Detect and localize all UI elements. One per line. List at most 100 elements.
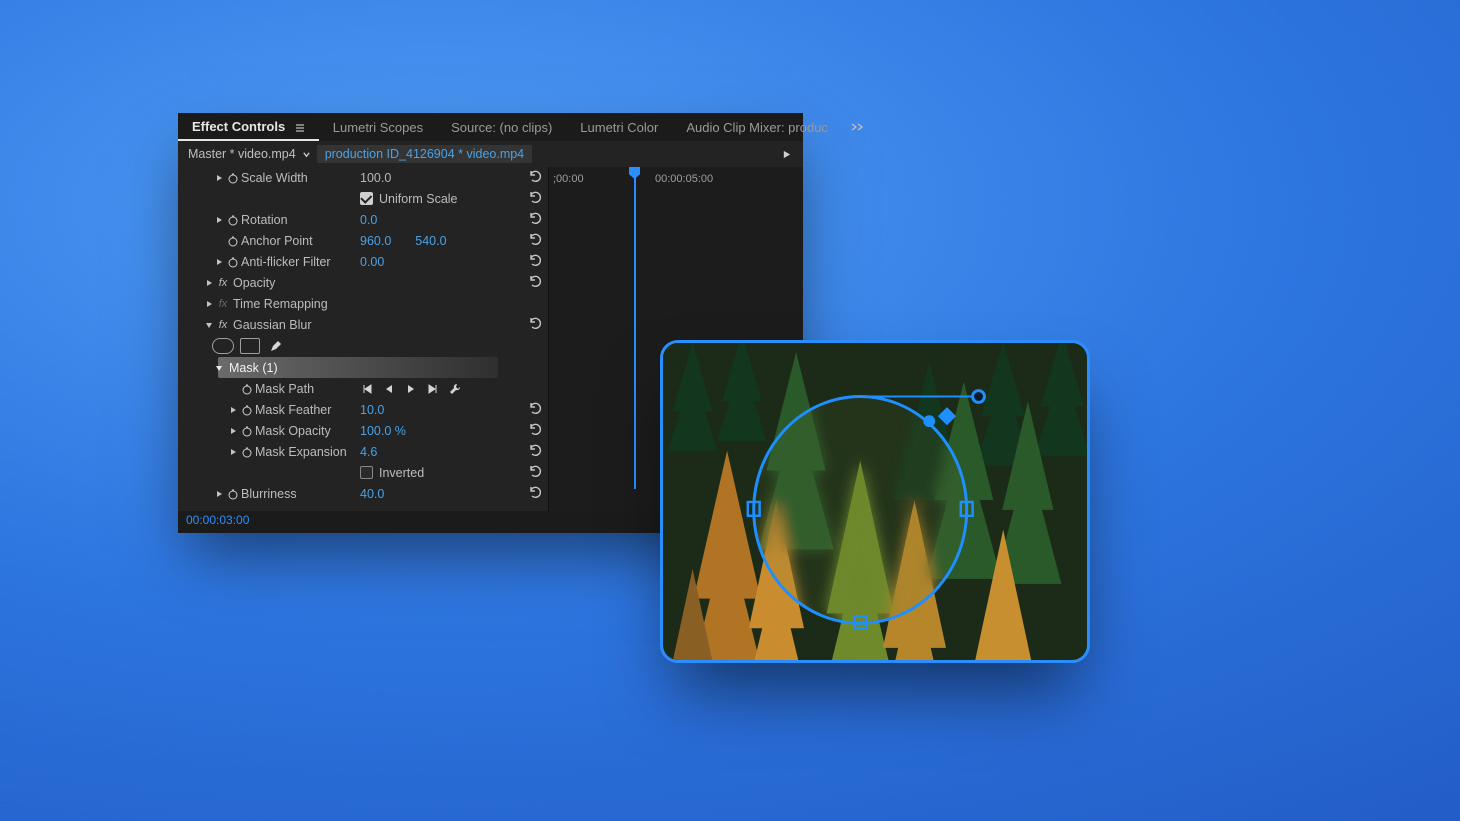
row-scale-width[interactable]: Scale Width 100.0	[178, 167, 548, 188]
row-uniform-scale[interactable]: Uniform Scale	[178, 188, 548, 209]
row-gaussian-blur[interactable]: fx Gaussian Blur	[178, 314, 548, 335]
pen-mask-icon[interactable]	[266, 338, 286, 354]
row-mask-path[interactable]: Mask Path	[178, 378, 548, 399]
stopwatch-icon[interactable]	[225, 486, 241, 502]
stopwatch-icon[interactable]	[225, 254, 241, 270]
stopwatch-icon[interactable]	[225, 170, 241, 186]
prop-label: Inverted	[379, 466, 424, 480]
prop-value[interactable]: 40.0	[360, 487, 384, 501]
prop-value-y[interactable]: 540.0	[415, 234, 446, 248]
mask-track-controls	[360, 382, 462, 396]
row-mask-opacity[interactable]: Mask Opacity 100.0 %	[178, 420, 548, 441]
forest-preview-image	[663, 343, 1087, 660]
stopwatch-icon[interactable]	[239, 402, 255, 418]
expand-icon[interactable]	[226, 406, 239, 414]
prop-value[interactable]: 100.0	[360, 171, 391, 185]
prop-label: Blurriness	[241, 487, 297, 501]
prop-value-x[interactable]: 960.0	[360, 234, 391, 248]
stopwatch-icon[interactable]	[239, 423, 255, 439]
prop-label: Anchor Point	[241, 234, 313, 248]
row-time-remapping[interactable]: fx Time Remapping	[178, 293, 548, 314]
fx-icon[interactable]: fx	[215, 277, 231, 289]
breadcrumb-clip[interactable]: production ID_4126904 * video.mp4	[317, 145, 532, 163]
expand-icon[interactable]	[202, 300, 215, 308]
reset-icon[interactable]	[528, 211, 542, 225]
prop-label: Uniform Scale	[379, 192, 458, 206]
expand-icon[interactable]	[226, 448, 239, 456]
reset-icon[interactable]	[528, 443, 542, 457]
row-mask-1[interactable]: Mask (1)	[178, 357, 548, 378]
breadcrumb-play-icon[interactable]	[782, 150, 791, 159]
collapse-icon[interactable]	[202, 321, 215, 329]
reset-icon[interactable]	[528, 169, 542, 183]
prop-value[interactable]: 10.0	[360, 403, 384, 417]
time-ruler[interactable]: ;00:00 00:00:05:00	[549, 167, 803, 193]
prop-label: Mask Expansion	[255, 445, 347, 459]
wrench-icon[interactable]	[448, 382, 462, 396]
track-forward-1-frame-icon[interactable]	[426, 382, 440, 396]
prop-label: Rotation	[241, 213, 288, 227]
breadcrumb-master[interactable]: Master * video.mp4	[188, 147, 296, 161]
inverted-checkbox[interactable]	[360, 466, 373, 479]
track-forward-icon[interactable]	[404, 382, 418, 396]
breadcrumb: Master * video.mp4 production ID_4126904…	[178, 141, 803, 167]
row-anti-flicker[interactable]: Anti-flicker Filter 0.00	[178, 251, 548, 272]
row-rotation[interactable]: Rotation 0.0	[178, 209, 548, 230]
reset-icon[interactable]	[528, 401, 542, 415]
expand-icon[interactable]	[212, 258, 225, 266]
expand-icon[interactable]	[212, 490, 225, 498]
panel-menu-icon[interactable]	[295, 121, 305, 136]
rectangle-mask-icon[interactable]	[240, 338, 260, 354]
prop-label: Mask Path	[255, 382, 314, 396]
reset-icon[interactable]	[528, 316, 542, 330]
tab-effect-controls[interactable]: Effect Controls	[178, 113, 319, 140]
expand-icon[interactable]	[226, 427, 239, 435]
prop-value[interactable]: 100.0 %	[360, 424, 406, 438]
prop-value[interactable]: 0.0	[360, 213, 377, 227]
row-inverted[interactable]: Inverted	[178, 462, 548, 483]
fx-icon[interactable]: fx	[215, 319, 231, 331]
tab-label: Effect Controls	[192, 119, 285, 134]
fx-icon[interactable]: fx	[215, 298, 231, 310]
tab-audio-clip-mixer[interactable]: Audio Clip Mixer: produc	[672, 114, 842, 140]
reset-icon[interactable]	[528, 485, 542, 499]
prop-label: Gaussian Blur	[233, 318, 312, 332]
collapse-icon[interactable]	[212, 364, 225, 372]
prop-label: Opacity	[233, 276, 275, 290]
tab-source[interactable]: Source: (no clips)	[437, 114, 566, 140]
expand-icon[interactable]	[212, 216, 225, 224]
row-mask-feather[interactable]: Mask Feather 10.0	[178, 399, 548, 420]
prop-label: Scale Width	[241, 171, 308, 185]
stopwatch-icon[interactable]	[239, 444, 255, 460]
track-reverse-icon[interactable]	[382, 382, 396, 396]
uniform-scale-checkbox[interactable]	[360, 192, 373, 205]
expand-icon[interactable]	[212, 174, 225, 182]
reset-icon[interactable]	[528, 253, 542, 267]
prop-value[interactable]: 4.6	[360, 445, 377, 459]
tab-lumetri-scopes[interactable]: Lumetri Scopes	[319, 114, 437, 140]
prop-label: Mask Opacity	[255, 424, 331, 438]
breadcrumb-caret-icon[interactable]	[302, 150, 311, 159]
tabs-overflow-icon[interactable]	[842, 120, 872, 135]
row-mask-expansion[interactable]: Mask Expansion 4.6	[178, 441, 548, 462]
ellipse-mask-icon[interactable]	[212, 338, 234, 354]
prop-label: Anti-flicker Filter	[241, 255, 331, 269]
prop-value[interactable]: 0.00	[360, 255, 384, 269]
track-reverse-1-frame-icon[interactable]	[360, 382, 374, 396]
row-anchor-point[interactable]: Anchor Point 960.0 540.0	[178, 230, 548, 251]
reset-icon[interactable]	[528, 422, 542, 436]
stopwatch-icon[interactable]	[225, 212, 241, 228]
stopwatch-icon[interactable]	[239, 381, 255, 397]
stopwatch-icon[interactable]	[225, 233, 241, 249]
tab-lumetri-color[interactable]: Lumetri Color	[566, 114, 672, 140]
row-blurriness[interactable]: Blurriness 40.0	[178, 483, 548, 504]
playhead[interactable]	[634, 167, 636, 489]
prop-label: Mask Feather	[255, 403, 331, 417]
reset-icon[interactable]	[528, 274, 542, 288]
reset-icon[interactable]	[528, 464, 542, 478]
expand-icon[interactable]	[202, 279, 215, 287]
reset-icon[interactable]	[528, 190, 542, 204]
row-opacity[interactable]: fx Opacity	[178, 272, 548, 293]
property-tree: Scale Width 100.0 Uniform Scale Rotation…	[178, 167, 548, 511]
reset-icon[interactable]	[528, 232, 542, 246]
